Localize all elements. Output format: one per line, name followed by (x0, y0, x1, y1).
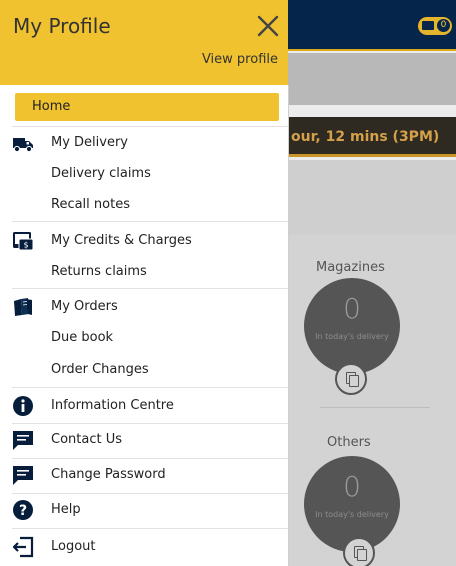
envelope-icon (422, 21, 434, 30)
others-copy-button[interactable] (343, 537, 375, 566)
menu-item-label: Contact Us (51, 432, 122, 447)
menu-item-label: My Credits & Charges (51, 233, 192, 248)
chat-icon (13, 466, 33, 485)
section-divider (320, 407, 430, 408)
navigation-drawer: My Profile View profile Home My Delivery… (0, 0, 288, 566)
drawer-title: My Profile (13, 14, 111, 38)
menu-item-logout[interactable]: Logout (0, 531, 288, 563)
logout-icon (12, 536, 34, 558)
menu-item-label: Change Password (51, 467, 166, 482)
drawer-header: My Profile View profile (0, 0, 288, 85)
menu-item-label: Recall notes (51, 197, 130, 212)
others-count: 0 (343, 470, 361, 503)
notification-badge[interactable]: 0 (418, 17, 452, 35)
menu-item-delivery-claims[interactable]: Delivery claims (0, 158, 288, 190)
menu-item-label: My Orders (51, 299, 118, 314)
drawer-edge (288, 85, 289, 566)
menu-item-label: Logout (51, 539, 96, 554)
magazines-caption: In today's delivery (315, 332, 389, 341)
menu-separator (12, 221, 288, 222)
section-title-others: Others (327, 435, 371, 450)
menu-item-order-changes[interactable]: Order Changes (0, 354, 288, 386)
menu-item-label: My Delivery (51, 135, 129, 150)
others-caption: In today's delivery (315, 510, 389, 519)
menu-separator (12, 528, 288, 529)
menu-item-my-credits-charges[interactable]: $ My Credits & Charges (0, 225, 288, 257)
menu-item-home[interactable]: Home (0, 91, 288, 123)
menu-item-label: Returns claims (51, 264, 147, 279)
menu-item-due-book[interactable]: Due book (0, 322, 288, 354)
menu-item-label: Delivery claims (51, 166, 151, 181)
menu-separator (12, 288, 288, 289)
copy-icon-front (357, 549, 367, 561)
magazines-count: 0 (343, 292, 361, 325)
menu-item-change-password[interactable]: Change Password (0, 459, 288, 491)
svg-text:?: ? (19, 503, 27, 519)
credit-card-icon: $ (13, 232, 34, 251)
close-icon[interactable] (256, 14, 280, 38)
magazines-count-bubble[interactable]: 0 In today's delivery (304, 278, 400, 374)
info-icon (13, 396, 33, 416)
magazines-copy-button[interactable] (335, 363, 367, 395)
menu-item-label: Order Changes (51, 362, 149, 377)
cutoff-text: our, 12 mins (3PM) (291, 129, 440, 145)
copy-icon-front (349, 375, 359, 387)
newspapers-icon (14, 298, 32, 316)
menu-item-label: Help (51, 502, 81, 517)
help-icon: ? (13, 500, 33, 520)
menu-item-label: Due book (51, 330, 114, 345)
section-title-magazines: Magazines (316, 260, 385, 275)
menu-item-label: Home (32, 99, 71, 114)
menu-item-returns-claims[interactable]: Returns claims (0, 256, 288, 288)
menu-item-contact-us[interactable]: Contact Us (0, 424, 288, 456)
menu-separator (12, 387, 288, 388)
view-profile-link[interactable]: View profile (202, 52, 278, 67)
svg-text:$: $ (23, 241, 28, 250)
menu-item-help[interactable]: ? Help (0, 494, 288, 526)
menu-item-label: Information Centre (51, 398, 174, 413)
delivery-truck-icon (13, 138, 33, 153)
menu-item-my-delivery[interactable]: My Delivery (0, 127, 288, 159)
menu-item-my-orders[interactable]: My Orders (0, 291, 288, 323)
menu-item-information-centre[interactable]: Information Centre (0, 390, 288, 422)
notification-count: 0 (437, 19, 450, 32)
chat-icon (13, 431, 33, 450)
menu-item-recall-notes[interactable]: Recall notes (0, 189, 288, 221)
